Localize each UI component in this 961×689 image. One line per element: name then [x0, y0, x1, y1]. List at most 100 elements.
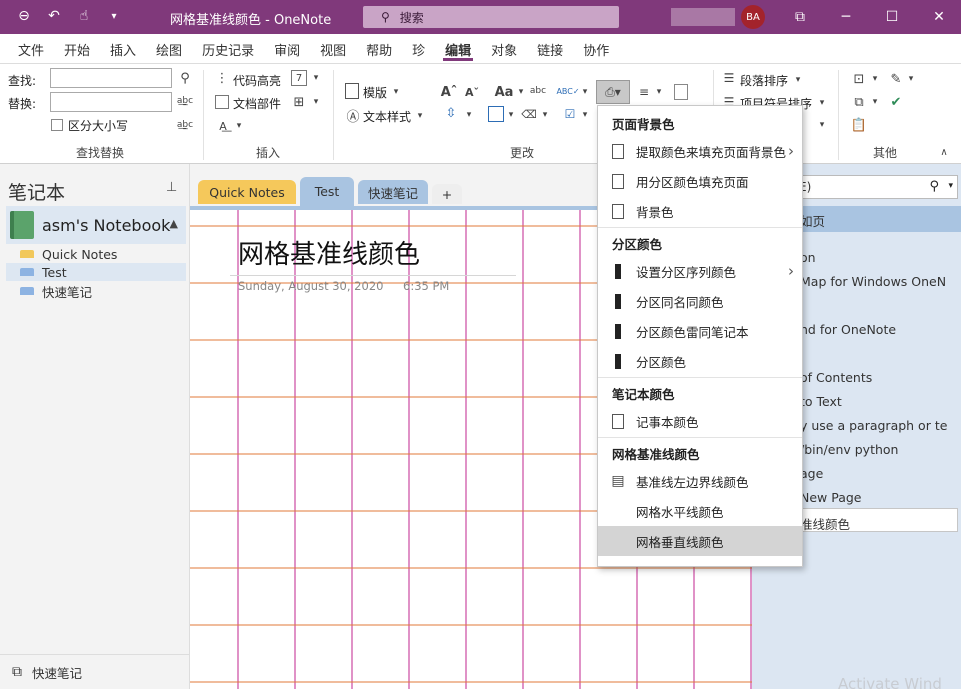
- minimize-icon[interactable]: ─: [834, 5, 858, 29]
- tab-12[interactable]: 协作: [573, 34, 619, 64]
- replace-input[interactable]: [50, 92, 172, 112]
- page-list-item[interactable]: age: [800, 466, 823, 481]
- chevron-down-icon[interactable]: ▾: [870, 73, 880, 85]
- paragraph-sort-button[interactable]: 段落排序: [740, 72, 788, 89]
- section-item-test[interactable]: Test: [6, 263, 186, 281]
- section-item-quick-notes[interactable]: Quick Notes: [6, 245, 186, 263]
- template-button[interactable]: 模版: [363, 84, 387, 101]
- menu-item[interactable]: 记事本颜色: [598, 406, 802, 436]
- chevron-down-icon[interactable]: ▾: [506, 109, 516, 121]
- clipboard-icon[interactable]: 📋: [851, 117, 867, 133]
- add-section-button[interactable]: +: [432, 184, 462, 204]
- collapse-ribbon-icon[interactable]: ∧: [937, 146, 951, 158]
- search-box[interactable]: ⚲ 搜索: [363, 6, 619, 28]
- pen-icon[interactable]: ✎: [888, 71, 904, 87]
- text-field-icon[interactable]: A͟: [215, 118, 231, 134]
- tab-10[interactable]: 对象: [481, 34, 527, 64]
- chevron-down-icon[interactable]: ▾: [580, 109, 590, 121]
- doc-parts-button[interactable]: 文档部件: [233, 95, 281, 112]
- section-tab-quick-notes[interactable]: Quick Notes: [198, 180, 296, 204]
- find-search-icon[interactable]: ⚲: [176, 69, 194, 87]
- tab-7[interactable]: 帮助: [356, 34, 402, 64]
- page-icon[interactable]: [674, 84, 688, 100]
- color-menu-button[interactable]: ⎙▾: [596, 80, 630, 104]
- chevron-down-icon[interactable]: ▾: [817, 119, 827, 131]
- chevron-up-icon[interactable]: ▲: [170, 217, 178, 230]
- shrink-font-icon[interactable]: Aˇ: [464, 84, 480, 100]
- checklist-icon[interactable]: ✔: [888, 94, 904, 110]
- tab-1[interactable]: 开始: [54, 34, 100, 64]
- page-list-item[interactable]: y use a paragraph or te: [800, 418, 947, 433]
- customize-qat-icon[interactable]: ▾: [104, 6, 124, 26]
- maximize-icon[interactable]: ☐: [880, 5, 904, 29]
- search-icon[interactable]: ⚲: [929, 179, 939, 194]
- close-icon[interactable]: ✕: [927, 5, 951, 29]
- match-case-checkbox[interactable]: [51, 119, 63, 131]
- menu-item[interactable]: 网格垂直线颜色: [598, 526, 802, 556]
- chevron-down-icon[interactable]: ▾: [793, 74, 803, 86]
- add-page-label[interactable]: 如页: [800, 211, 825, 230]
- insert-space-icon[interactable]: ⇳: [443, 105, 459, 121]
- chevron-down-icon[interactable]: ▾: [817, 97, 827, 109]
- menu-item[interactable]: 分区同名同颜色: [598, 286, 802, 316]
- align-icon[interactable]: ≡: [636, 84, 652, 100]
- tab-11[interactable]: 链接: [527, 34, 573, 64]
- object-icon[interactable]: ⊡: [851, 71, 867, 87]
- spell-check-icon[interactable]: abc: [530, 82, 546, 100]
- grow-font-icon[interactable]: Aˆ: [441, 84, 458, 100]
- border-icon[interactable]: [488, 106, 504, 122]
- avatar[interactable]: BA: [741, 5, 765, 29]
- calendar-icon[interactable]: 7: [291, 70, 307, 86]
- notebook-item[interactable]: asm's Notebook ▲: [6, 206, 186, 244]
- section-item-quick-notes-cn[interactable]: 快速笔记: [6, 282, 186, 300]
- menu-item[interactable]: 网格水平线颜色: [598, 496, 802, 526]
- chevron-down-icon[interactable]: ▾: [906, 73, 916, 85]
- find-input[interactable]: [50, 68, 172, 88]
- tab-9[interactable]: 编辑: [435, 34, 481, 64]
- replace-all-icon[interactable]: a͟b̲c: [176, 116, 194, 134]
- pin-icon[interactable]: ⊥: [166, 180, 177, 195]
- tab-0[interactable]: 文件: [8, 34, 54, 64]
- menu-item[interactable]: 背景色: [598, 196, 802, 226]
- check-icon[interactable]: ☑: [562, 106, 578, 122]
- page-list-item[interactable]: 准线颜色: [800, 514, 850, 533]
- touch-mode-icon[interactable]: ☝: [74, 6, 94, 26]
- code-highlight-button[interactable]: 代码高亮: [233, 72, 281, 89]
- page-list-item[interactable]: of Contents: [800, 370, 872, 385]
- page-title[interactable]: 网格基准线颜色: [238, 234, 420, 271]
- copy-icon[interactable]: ⧉: [851, 94, 867, 110]
- menu-item[interactable]: 分区颜色: [598, 346, 802, 376]
- chevron-down-icon[interactable]: ▾: [948, 181, 953, 191]
- chevron-down-icon[interactable]: ▾: [311, 96, 321, 108]
- tab-5[interactable]: 审阅: [264, 34, 310, 64]
- tab-4[interactable]: 历史记录: [192, 34, 264, 64]
- chevron-down-icon[interactable]: ▾: [654, 86, 664, 98]
- chevron-down-icon[interactable]: ▾: [464, 109, 474, 121]
- chevron-down-icon[interactable]: ▾: [391, 86, 401, 98]
- page-list-item[interactable]: Map for Windows OneN: [800, 274, 946, 289]
- tab-8[interactable]: 珍: [402, 34, 435, 64]
- section-tab-quick-notes-cn[interactable]: 快速笔记: [358, 180, 428, 204]
- table-icon[interactable]: ⊞: [291, 94, 307, 110]
- menu-item[interactable]: 提取颜色来填充页面背景色 ›: [598, 136, 802, 166]
- proofing-icon[interactable]: ABC✓: [556, 82, 579, 100]
- text-style-button[interactable]: 文本样式: [363, 108, 411, 125]
- replace-icon[interactable]: a͟b̲c: [176, 92, 194, 110]
- menu-item[interactable]: 用分区颜色填充页面: [598, 166, 802, 196]
- user-name[interactable]: [671, 8, 735, 26]
- chevron-down-icon[interactable]: ▾: [234, 120, 244, 132]
- chevron-down-icon[interactable]: ▾: [580, 86, 590, 98]
- quick-notes-button[interactable]: ⧉ 快速笔记: [0, 654, 190, 689]
- chevron-down-icon[interactable]: ▾: [415, 110, 425, 122]
- ribbon-display-icon[interactable]: ⧉: [788, 5, 812, 29]
- page-list-item[interactable]: /bin/env python: [800, 442, 898, 457]
- chevron-down-icon[interactable]: ▾: [870, 96, 880, 108]
- page-list-item[interactable]: to Text: [800, 394, 842, 409]
- chevron-down-icon[interactable]: ▾: [516, 86, 526, 98]
- undo-icon[interactable]: ↶: [44, 6, 64, 26]
- section-tab-test[interactable]: Test: [300, 177, 354, 206]
- tab-3[interactable]: 绘图: [146, 34, 192, 64]
- menu-item[interactable]: ▤ 基准线左边界线颜色: [598, 466, 802, 496]
- tab-2[interactable]: 插入: [100, 34, 146, 64]
- page-search-input[interactable]: E) ⚲ ▾: [796, 175, 958, 199]
